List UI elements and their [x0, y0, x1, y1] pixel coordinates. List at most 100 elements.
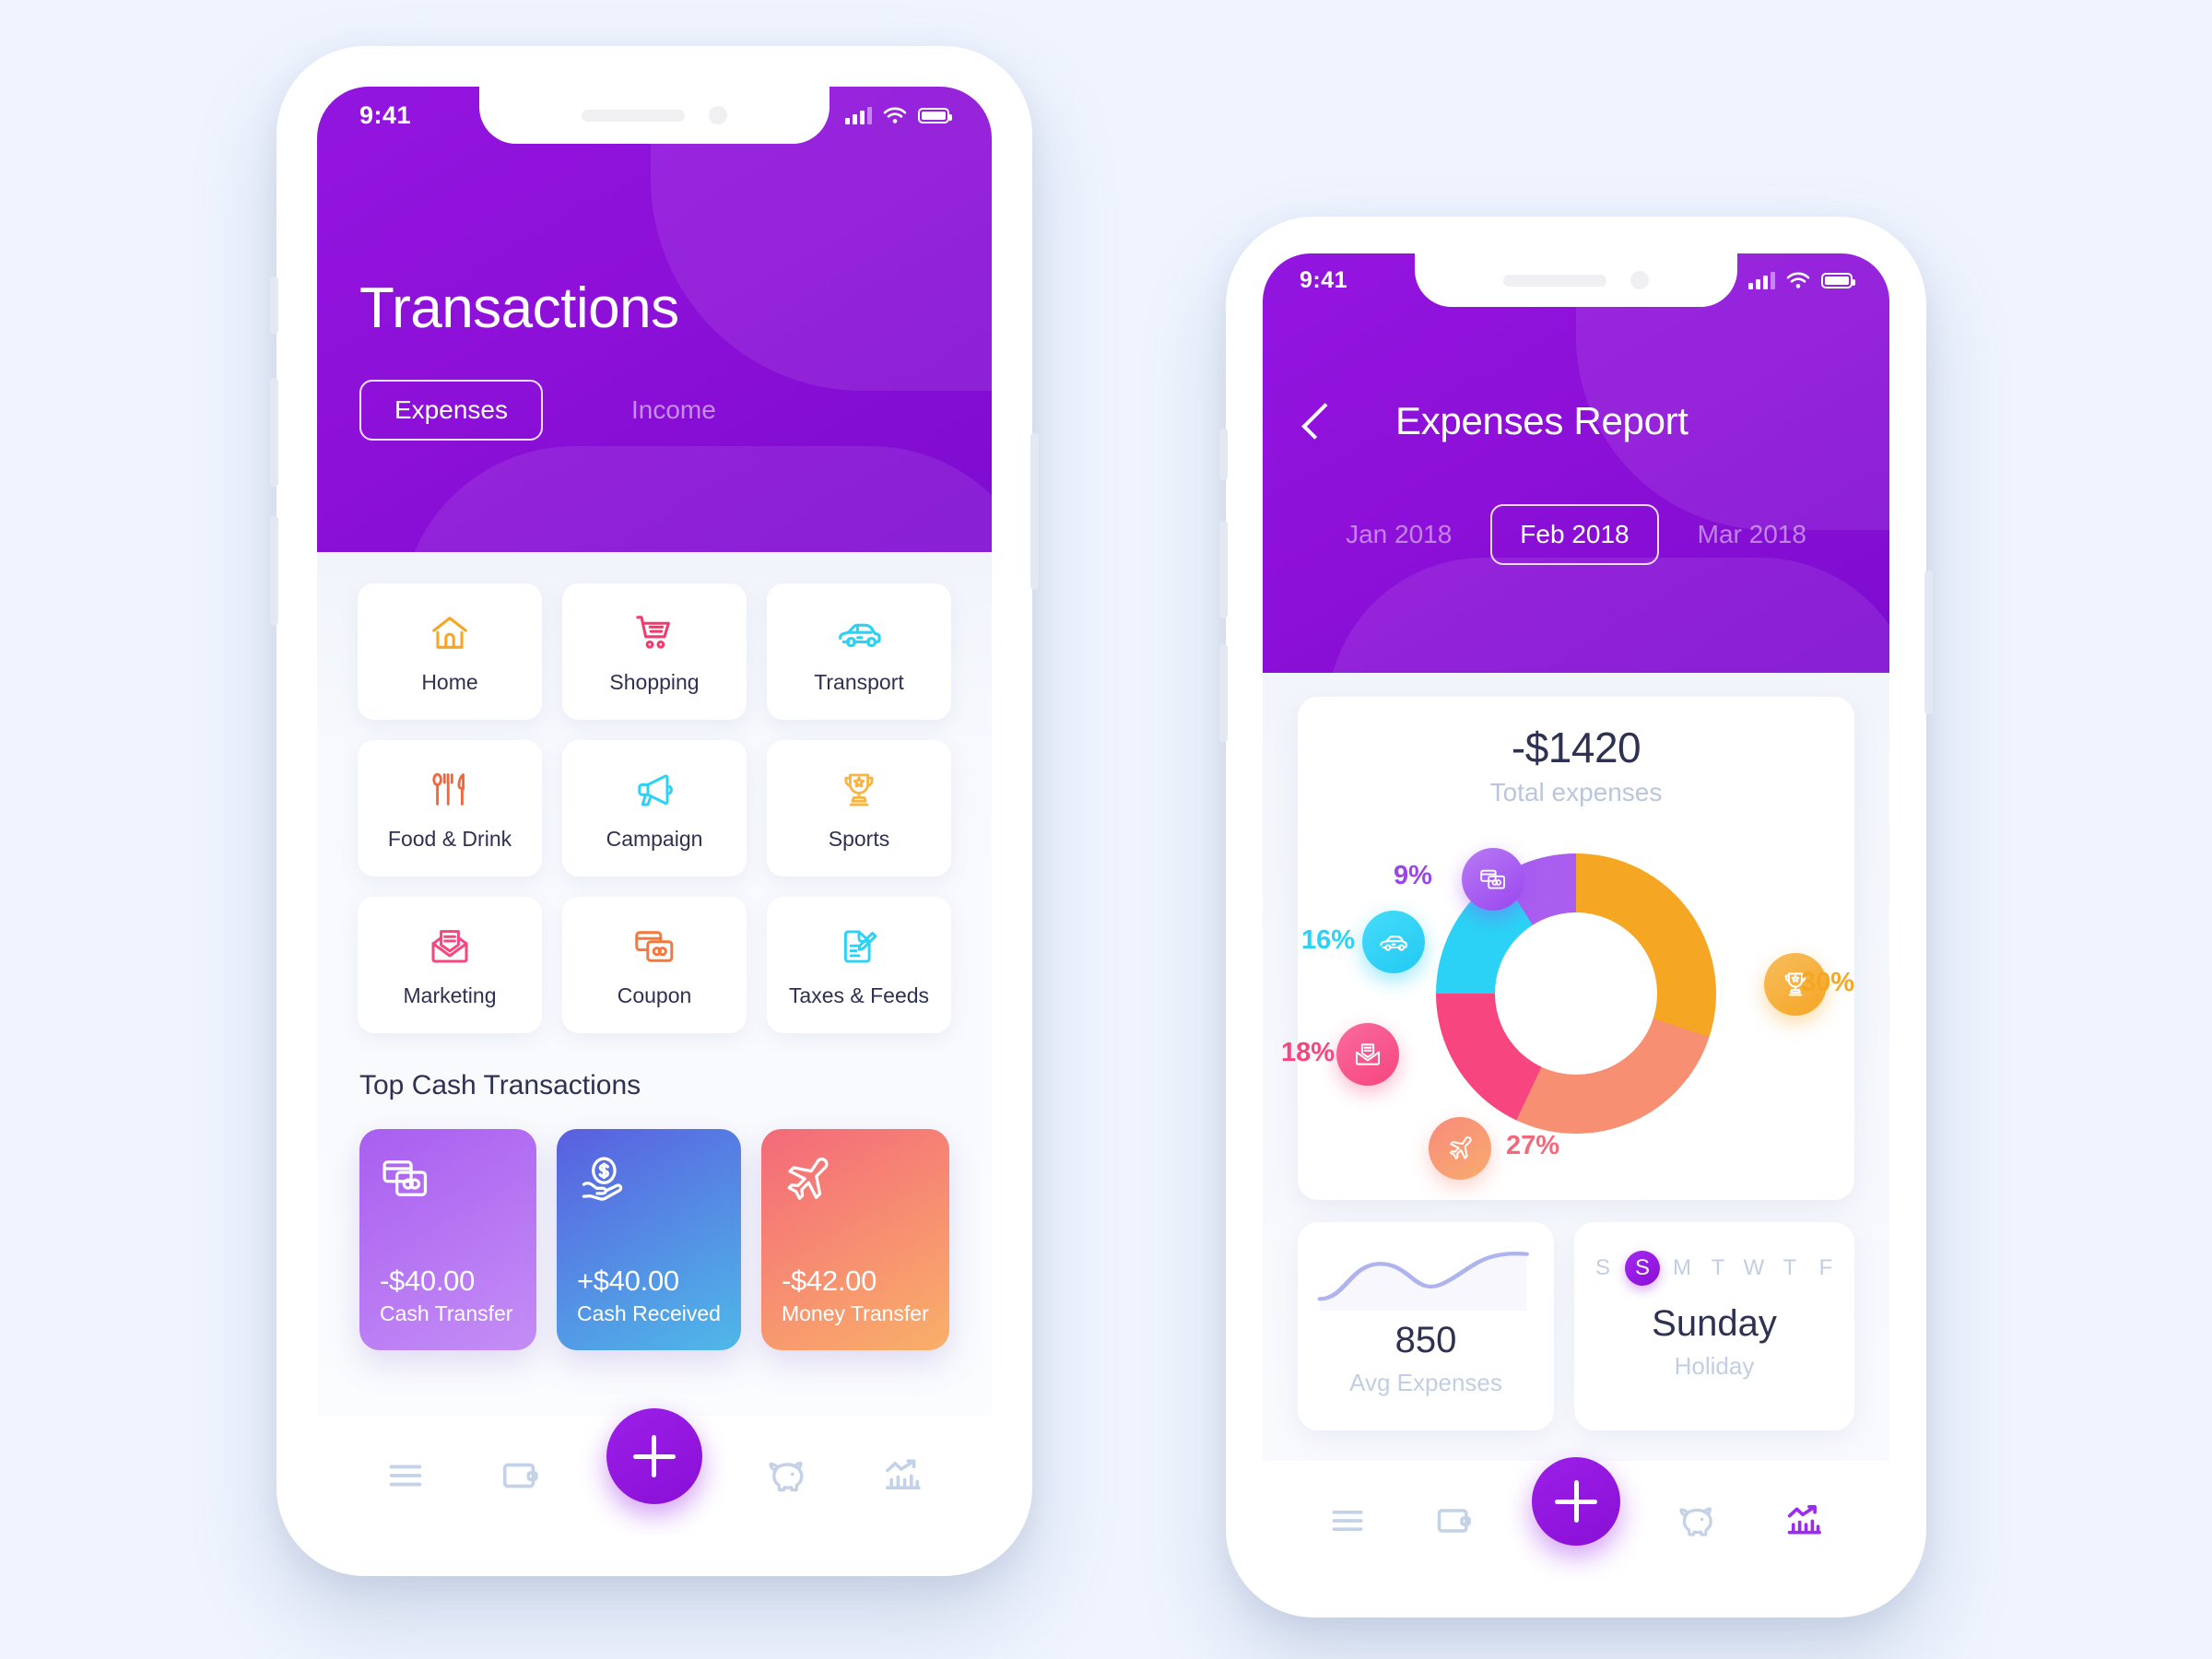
screen-expenses-report: 9:41 Expenses Report Jan 2018 Feb 2018 M…: [1263, 253, 1889, 1581]
category-shopping[interactable]: Shopping: [562, 583, 747, 720]
transaction-text: -$42.00 Money Transfer: [782, 1265, 929, 1326]
wifi-icon: [883, 107, 907, 124]
piggy-bank-icon[interactable]: [759, 1446, 818, 1505]
category-marketing[interactable]: Marketing: [358, 897, 542, 1033]
status-time: 9:41: [359, 100, 412, 129]
tab-expenses[interactable]: Expenses: [359, 380, 543, 441]
signal-bars-icon: [845, 106, 872, 124]
cutlery-icon: [429, 766, 471, 814]
credit-cards-icon: [632, 923, 677, 971]
donut-bubble-coupon[interactable]: [1462, 848, 1524, 911]
category-grid: Home Shopping Transport Food & Drink Cam…: [317, 552, 992, 1033]
total-expenses-caption: Total expenses: [1489, 778, 1663, 806]
battery-icon: [1821, 272, 1855, 288]
airplane-icon: [787, 1157, 829, 1200]
menu-icon[interactable]: [1318, 1491, 1377, 1550]
donut-label-travel: 27%: [1506, 1131, 1560, 1160]
category-label: Transport: [814, 669, 904, 694]
category-label: Taxes & Feeds: [788, 982, 930, 1007]
credit-cards-icon: [382, 1160, 428, 1196]
menu-icon[interactable]: [376, 1446, 435, 1505]
category-taxes-feeds[interactable]: Taxes & Feeds: [767, 897, 951, 1033]
wallet-icon[interactable]: [1425, 1491, 1484, 1550]
month-jan[interactable]: Jan 2018: [1346, 520, 1452, 549]
donut-label-transport: 16%: [1301, 925, 1356, 955]
envelope-icon: [1356, 1043, 1380, 1065]
month-mar[interactable]: Mar 2018: [1698, 520, 1806, 549]
trophy-icon: [838, 766, 880, 814]
holiday-day-value: Sunday: [1652, 1303, 1777, 1344]
silent-switch[interactable]: [1219, 429, 1228, 480]
transaction-text: +$40.00 Cash Received: [577, 1265, 721, 1326]
sparkline-wave-icon: [1317, 1252, 1530, 1311]
car-icon: [836, 609, 882, 657]
category-label: Campaign: [606, 826, 703, 851]
volume-up-button[interactable]: [1219, 521, 1228, 618]
avg-expenses-card[interactable]: 850 Avg Expenses: [1298, 1222, 1554, 1430]
avg-expenses-value: 850: [1394, 1320, 1457, 1360]
status-time: 9:41: [1300, 266, 1348, 293]
transaction-card[interactable]: +$40.00 Cash Received: [557, 1129, 741, 1350]
car-icon: [1380, 935, 1407, 951]
wallet-icon[interactable]: [491, 1446, 550, 1505]
add-transaction-fab[interactable]: [1532, 1457, 1620, 1546]
donut-bubble-transport[interactable]: [1362, 911, 1425, 973]
category-campaign[interactable]: Campaign: [562, 740, 747, 877]
piggy-bank-icon[interactable]: [1668, 1491, 1727, 1550]
phone-expenses-report: 9:41 Expenses Report Jan 2018 Feb 2018 M…: [1219, 217, 1933, 1618]
wifi-icon: [1786, 272, 1810, 288]
volume-down-button[interactable]: [1219, 644, 1228, 742]
top-cash-transactions-list[interactable]: -$40.00 Cash Transfer +$40.00 Cash Recei…: [317, 1101, 992, 1350]
transaction-label: Cash Received: [577, 1301, 721, 1325]
megaphone-icon: [632, 766, 677, 814]
expenses-donut-chart: 30% 27% 18% 16% 9%: [1281, 811, 1854, 1180]
report-stat-cards: 850 Avg Expenses S S M T W T F Sunday Ho…: [1298, 1222, 1854, 1430]
bottom-tab-bar: [317, 1408, 992, 1535]
money-hand-icon: [582, 1157, 623, 1201]
chart-growth-icon[interactable]: [1775, 1491, 1834, 1550]
transactions-header: 9:41 Transactions Expenses Income: [317, 87, 992, 552]
category-label: Food & Drink: [387, 826, 512, 851]
donut-bubble-marketing[interactable]: [1336, 1023, 1399, 1086]
transaction-amount: -$40.00: [380, 1265, 476, 1297]
transaction-card[interactable]: -$40.00 Cash Transfer: [359, 1129, 536, 1350]
add-transaction-fab[interactable]: [606, 1408, 702, 1504]
tab-income[interactable]: Income: [631, 395, 716, 425]
transaction-card[interactable]: -$42.00 Money Transfer: [760, 1129, 949, 1350]
category-home[interactable]: Home: [358, 583, 542, 720]
category-label: Shopping: [609, 669, 700, 694]
chart-growth-icon[interactable]: [874, 1446, 933, 1505]
category-sports[interactable]: Sports: [767, 740, 951, 877]
screen-transactions: 9:41 Transactions Expenses Income Home S…: [317, 87, 992, 1535]
status-indicators: [845, 106, 952, 124]
transaction-label: Money Transfer: [781, 1301, 929, 1325]
volume-up-button[interactable]: [270, 378, 278, 487]
document-edit-icon: [838, 923, 880, 971]
category-label: Coupon: [617, 982, 692, 1007]
power-button[interactable]: [1030, 433, 1039, 590]
weekday-f[interactable]: F: [1812, 1255, 1840, 1281]
month-feb-selected[interactable]: Feb 2018: [1490, 504, 1659, 565]
holiday-card[interactable]: S S M T W T F Sunday Holiday: [1574, 1222, 1854, 1430]
weekday-t2[interactable]: T: [1776, 1255, 1804, 1281]
weekday-t1[interactable]: T: [1704, 1255, 1732, 1281]
category-transport[interactable]: Transport: [767, 583, 951, 720]
weekday-s2-selected[interactable]: S: [1625, 1251, 1660, 1286]
bottom-tab-bar: [1263, 1457, 1889, 1581]
weekday-m[interactable]: M: [1668, 1255, 1696, 1281]
volume-down-button[interactable]: [270, 516, 278, 625]
power-button[interactable]: [1924, 571, 1933, 714]
category-coupon[interactable]: Coupon: [562, 897, 747, 1033]
header-decor-shape: [400, 446, 992, 552]
month-selector: Jan 2018 Feb 2018 Mar 2018: [1263, 443, 1889, 565]
donut-bubble-travel[interactable]: [1429, 1117, 1491, 1180]
weekday-w[interactable]: W: [1740, 1255, 1768, 1281]
status-bar: 9:41: [317, 87, 992, 144]
status-bar: 9:41: [1263, 253, 1889, 307]
section-title-top-cash: Top Cash Transactions: [359, 1070, 641, 1100]
category-food-drink[interactable]: Food & Drink: [358, 740, 542, 877]
silent-switch[interactable]: [270, 276, 278, 334]
weekday-s1[interactable]: S: [1589, 1255, 1617, 1281]
chevron-left-icon[interactable]: [1301, 403, 1338, 440]
header-decor-shape: [1327, 558, 1889, 673]
